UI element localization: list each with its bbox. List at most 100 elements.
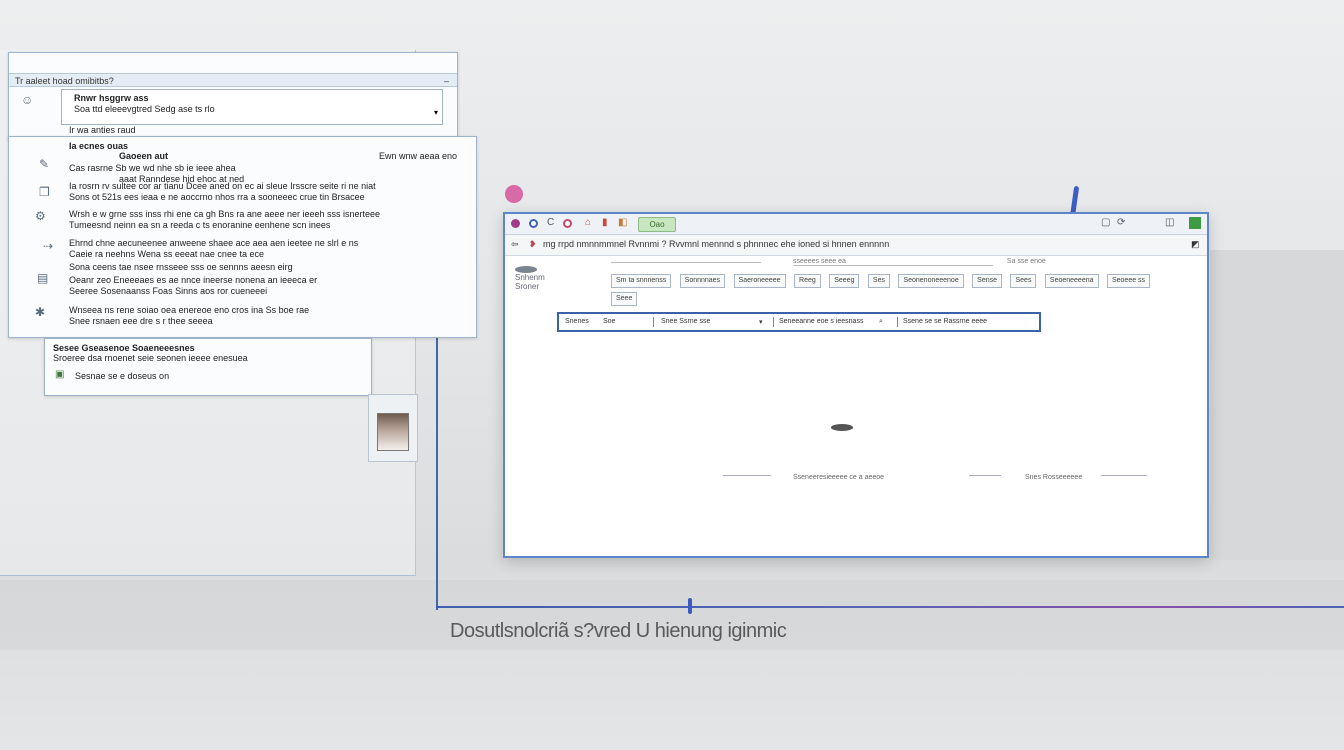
row-5-line-1: Ehrnd chne aecuneenee anweene shaee ace … — [69, 238, 359, 248]
back-icon[interactable]: ⇦ — [511, 239, 519, 250]
input-right-field[interactable]: Sa sse enoe — [1007, 258, 1046, 265]
window-icon[interactable]: ▢ — [1101, 217, 1110, 228]
user-icon: ☺ — [21, 93, 34, 107]
dialog-panel-main: ✎ ❐ ⚙ ⇢ ▤ ✱ Ia ecnes ouas Gaoeen aut Ewn… — [8, 136, 477, 338]
input-mid-field[interactable]: sseeees seee ea — [792, 258, 993, 266]
panel-c-line-3: Sesnae se e doseus on — [75, 371, 170, 381]
search-field-3[interactable]: Seneeanne eoe s ieesnass — [779, 318, 863, 325]
footer-divider — [1101, 475, 1147, 476]
window-titlebar: C ⌂ ▮ ◧ Oao ▢ ⟳ ◫ — [505, 214, 1207, 235]
filter-chip[interactable]: Saeroneeeee — [733, 274, 786, 288]
settings-icon: ⚙ — [35, 209, 46, 223]
pink-dot-marker — [505, 185, 523, 203]
filter-chip[interactable]: Sonnnnaes — [679, 274, 726, 288]
row-2-line-1: Cas rasrne Sb we wd nhe sb ie ieee ahea — [69, 163, 236, 173]
search-field-4[interactable]: Ssene se se Rassrne eeee — [903, 318, 987, 325]
search-field-1-label: Snenes — [565, 318, 589, 325]
filter-chip[interactable]: Ses — [867, 274, 890, 288]
dialog-title: Tr aaleet hoad omibitbs? — [15, 76, 114, 86]
row-3-line-1: Ia rosrn rv sultee cor ar tianu Dcee ane… — [69, 181, 376, 191]
dialog-text-box[interactable]: Rnwr hsggrw ass Soa ttd eleeevgtred Sedg… — [61, 89, 443, 125]
row-1-right: Ewn wnw aeaa eno — [379, 151, 458, 161]
minimize-icon[interactable]: – — [444, 74, 449, 88]
circle-icon[interactable] — [529, 219, 538, 228]
row-5-line-2: Caeie ra neehns Wena ss eeeat nae cnee t… — [69, 249, 264, 259]
image-icon: ▣ — [55, 369, 65, 380]
folder-icon: ▤ — [37, 271, 49, 285]
dialog-panel-bottom: Sesee Gseasenoe Soaeneeesnes Sroeree dsa… — [44, 338, 372, 396]
filter-chip[interactable]: Seoeneeeena — [1044, 274, 1099, 288]
dialog-line-2: Soa ttd eleeevgtred Sedg ase ts rlo — [74, 104, 215, 114]
search-icon[interactable]: ⌕ — [879, 318, 883, 326]
frame-line-horizontal — [436, 606, 1344, 608]
scroll-down-icon[interactable]: ▾ — [434, 108, 438, 117]
logo-icon — [515, 266, 537, 273]
extension-icon[interactable]: ◩ — [1191, 239, 1200, 250]
tag-icon[interactable]: ❥ — [529, 239, 537, 250]
dialog-footer-text: Ir wa anties raud — [69, 125, 136, 135]
row-3-line-2: Sons ot 521s ees ieaa e ne aoccrno nhos … — [69, 192, 365, 202]
search-bar[interactable]: Snenes Soe Snee Ssrne sse ▾ Seneeanne eo… — [557, 312, 1041, 332]
bookmark-icon[interactable]: ▮ — [602, 217, 608, 228]
footer-left-text: Sseneeresieeeee ce a aeeoe — [793, 474, 885, 481]
thumbnail-card[interactable] — [368, 394, 418, 462]
filter-chip[interactable]: Seonenoneeenoe — [898, 274, 964, 288]
separator — [773, 317, 774, 327]
filter-chip[interactable]: Seoeee ss — [1106, 274, 1151, 288]
row-8-line-1: Wnseea ns rene soiao oea enereoe eno cro… — [69, 305, 310, 315]
row-7-line-2: Seeree Sosenaanss Foas Sinns aos ror cue… — [69, 286, 268, 296]
dialog-line-1: Rnwr hsggrw ass — [74, 93, 149, 103]
input-left-field[interactable] — [611, 262, 761, 263]
link-icon: ⇢ — [43, 239, 54, 253]
row-4-line-1: Wrsh e w grne sss inss rhi ene ca gh Bns… — [69, 209, 381, 219]
refresh-icon[interactable]: C — [547, 217, 554, 228]
toolbar-menu[interactable]: mg rrpd nmnnmmnel Rvnnmi ? Rvvmnl mennnd… — [543, 239, 889, 249]
separator — [897, 317, 898, 327]
tile-icon[interactable]: ◫ — [1165, 217, 1174, 228]
record-icon[interactable] — [563, 219, 572, 228]
filter-chip[interactable]: Seee — [611, 292, 638, 306]
filter-chip-row: Sm ta snnnenss Sonnnnaes Saeroneeeee Ree… — [611, 274, 1183, 306]
side-label-1: Snhenm — [515, 273, 545, 282]
filter-chip[interactable]: Reeg — [794, 274, 821, 288]
filter-chip[interactable]: Sm ta snnnenss — [611, 274, 672, 288]
browser-window: C ⌂ ▮ ◧ Oao ▢ ⟳ ◫ ⇦ ❥ mg rrpd nmnnmmnel … — [503, 212, 1209, 558]
chevron-down-icon[interactable]: ▾ — [759, 318, 763, 326]
separator — [653, 317, 654, 327]
browser-toolbar: ⇦ ❥ mg rrpd nmnnmmnel Rvnnmi ? Rvvmnl me… — [505, 235, 1207, 256]
background-wall — [1210, 250, 1344, 560]
maximize-icon[interactable] — [1189, 217, 1201, 229]
filter-chip[interactable]: Seeeg — [829, 274, 860, 288]
row-8-line-2: Snee rsnaen eee dre s r thee seeea — [69, 316, 213, 326]
filter-chip[interactable]: Sees — [1010, 274, 1037, 288]
search-field-2[interactable]: Snee Ssrne sse — [661, 318, 710, 325]
frame-line-vertical — [436, 330, 438, 610]
home-icon[interactable]: ⌂ — [585, 217, 591, 228]
row-7-line-1: Oeanr zeo Eneeeaes es ae nnce ineerse no… — [69, 275, 318, 285]
row-6-line-1: Sona ceens tae nsee rnsseee sss oe sennn… — [69, 262, 293, 272]
active-tab[interactable]: Oao — [638, 217, 676, 232]
user-icon: ✎ — [39, 157, 50, 171]
side-label-2: Sroner — [515, 282, 540, 291]
shield-icon[interactable]: ◧ — [618, 217, 627, 228]
thumbnail-image — [377, 413, 409, 451]
close-icon[interactable] — [511, 219, 520, 228]
input-row: sseeees seee ea Sa sse enoe — [611, 258, 1046, 266]
document-icon: ❐ — [39, 185, 50, 199]
caption-text: Dosutlsnolcriã s?vred U hienung iginmic — [450, 620, 787, 642]
footer-divider — [723, 475, 771, 476]
row-1-line-2: Gaoeen aut — [119, 151, 169, 161]
sync-icon[interactable]: ⟳ — [1117, 217, 1125, 228]
side-logo: Snhenm Sroner — [515, 266, 545, 291]
pin-marker-bottom — [688, 598, 692, 614]
dialog-title-bar: Tr aaleet hoad omibitbs? – — [9, 73, 457, 87]
dialog-panel-top: Tr aaleet hoad omibitbs? – ☺ Rnwr hsggrw… — [8, 52, 458, 140]
gear-icon: ✱ — [35, 305, 46, 319]
loading-indicator — [831, 424, 853, 431]
footer-divider — [969, 475, 1001, 476]
row-4-line-2: Tumeesnd neinn ea sn a reeda c ts enoran… — [69, 220, 331, 230]
panel-c-line-2: Sroeree dsa rnoenet seie seonen ieeee en… — [53, 353, 248, 363]
filter-chip[interactable]: Sense — [972, 274, 1003, 288]
footer-right-text: Snes Rosseeeeee — [1025, 474, 1083, 481]
search-field-1-value[interactable]: Soe — [603, 318, 615, 325]
